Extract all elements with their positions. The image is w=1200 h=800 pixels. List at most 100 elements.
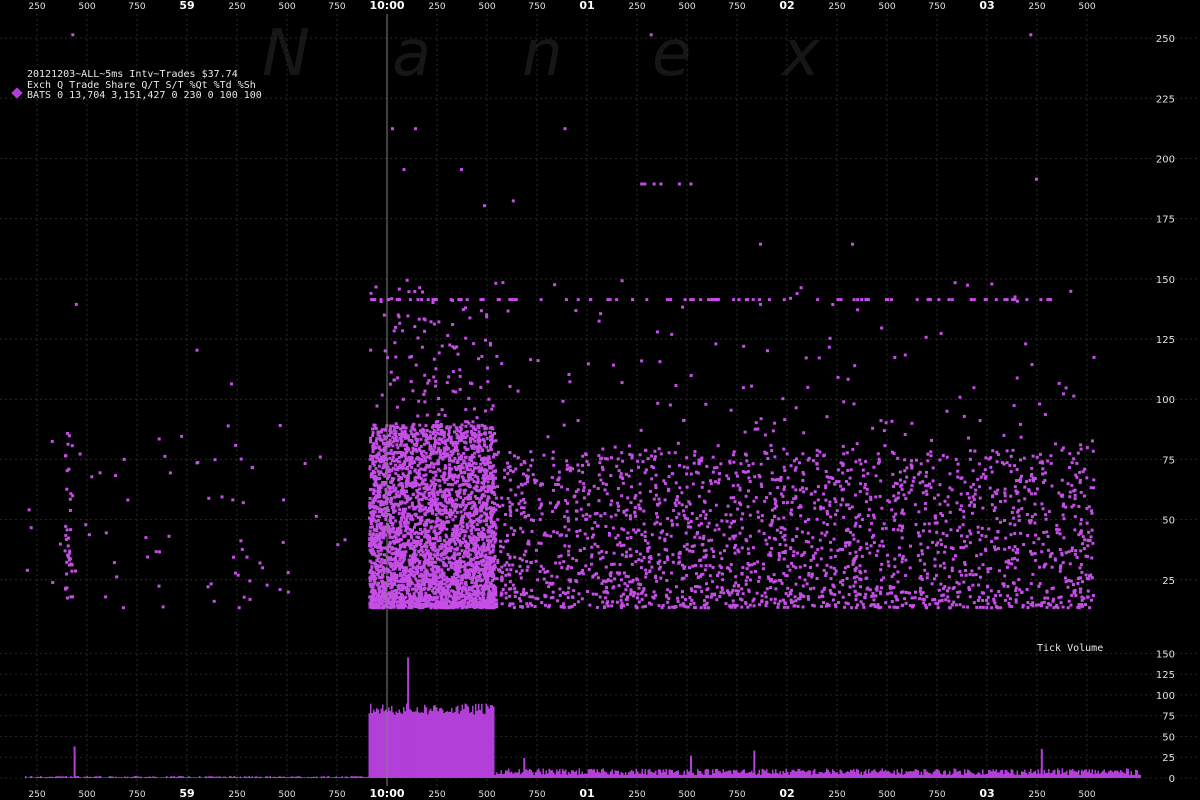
trade-point: [374, 544, 378, 548]
trade-point: [494, 537, 497, 541]
trade-point: [417, 583, 421, 587]
trade-point: [437, 437, 441, 441]
trade-point: [372, 442, 376, 446]
trade-point: [949, 528, 953, 532]
trade-point: [489, 471, 492, 475]
trade-point: [448, 343, 452, 347]
trade-point: [468, 592, 471, 596]
trade-point: [864, 576, 868, 580]
trade-point: [428, 434, 432, 438]
trade-point: [1079, 490, 1083, 494]
trade-point: [422, 429, 426, 432]
trade-point: [991, 494, 995, 498]
trade-point: [445, 445, 449, 449]
trade-point: [478, 520, 482, 524]
trade-point: [234, 443, 238, 447]
trade-point: [372, 463, 376, 467]
trade-point: [1009, 470, 1013, 474]
trade-point: [760, 600, 764, 604]
trade-point: [234, 571, 237, 575]
trade-point: [458, 466, 462, 470]
trade-point: [399, 443, 402, 447]
trade-point: [459, 563, 462, 567]
trade-point: [394, 519, 398, 523]
trade-point: [619, 598, 623, 602]
trade-point: [764, 538, 768, 542]
trade-point: [754, 496, 758, 500]
trade-point: [406, 473, 410, 477]
trade-point: [424, 532, 428, 536]
trade-point: [408, 584, 412, 588]
trade-point: [972, 498, 976, 502]
trade-point: [467, 476, 471, 480]
trade-point: [445, 381, 449, 385]
trade-point: [841, 583, 845, 587]
trade-point: [423, 527, 427, 531]
trade-point: [973, 492, 977, 496]
trade-point: [472, 571, 475, 575]
trade-point: [429, 479, 433, 483]
trade-point: [486, 480, 490, 484]
trade-point: [747, 463, 751, 467]
trade-point: [947, 599, 951, 603]
trade-point: [369, 454, 373, 458]
trade-point: [444, 497, 447, 501]
trade-point: [431, 569, 435, 573]
trade-point: [833, 497, 837, 501]
trade-point: [379, 523, 383, 527]
trade-point: [939, 582, 943, 586]
trade-point: [973, 503, 976, 507]
trade-point: [892, 452, 896, 455]
trade-point: [968, 541, 972, 545]
trade-point: [660, 606, 664, 610]
trade-point: [860, 554, 864, 558]
trade-point: [232, 555, 235, 559]
trade-point: [756, 560, 760, 564]
trade-point: [1008, 597, 1012, 601]
trade-point: [393, 589, 397, 593]
trade-point: [423, 318, 427, 322]
trade-point: [65, 469, 69, 473]
trade-point: [654, 593, 658, 597]
trade-point: [460, 594, 464, 598]
trade-point: [474, 596, 478, 600]
trade-point: [468, 485, 472, 488]
trade-point: [392, 428, 396, 432]
trade-point: [946, 495, 950, 499]
trade-point: [470, 541, 474, 544]
trade-point: [447, 375, 451, 379]
trade-point: [827, 480, 831, 484]
trade-point: [396, 530, 400, 534]
trade-point: [862, 474, 865, 478]
trade-point: [529, 518, 533, 522]
trade-point: [441, 494, 445, 498]
trade-point: [411, 504, 415, 508]
trade-point: [391, 515, 395, 519]
trade-point: [1003, 494, 1007, 498]
trade-point: [763, 499, 767, 503]
trade-point: [1026, 601, 1030, 604]
trade-point: [422, 455, 426, 458]
trade-point: [485, 576, 489, 580]
trade-point: [443, 448, 447, 452]
trade-point: [434, 474, 438, 477]
trade-point: [536, 597, 540, 601]
trade-point: [972, 601, 976, 605]
trade-point: [854, 460, 858, 464]
trade-point: [863, 486, 867, 490]
trade-point: [412, 507, 416, 511]
trade-point: [394, 435, 398, 439]
trade-point: [495, 598, 499, 602]
trade-point: [649, 489, 652, 493]
trade-point: [392, 489, 396, 493]
trade-point: [480, 354, 484, 358]
trade-point: [910, 459, 913, 463]
trade-point: [423, 389, 427, 393]
trade-point: [438, 489, 442, 493]
trade-point: [286, 571, 290, 575]
trade-point: [90, 475, 94, 479]
trade-point: [1042, 530, 1046, 534]
trade-point: [470, 532, 474, 536]
trade-point: [1081, 542, 1084, 546]
trade-point: [387, 525, 391, 529]
